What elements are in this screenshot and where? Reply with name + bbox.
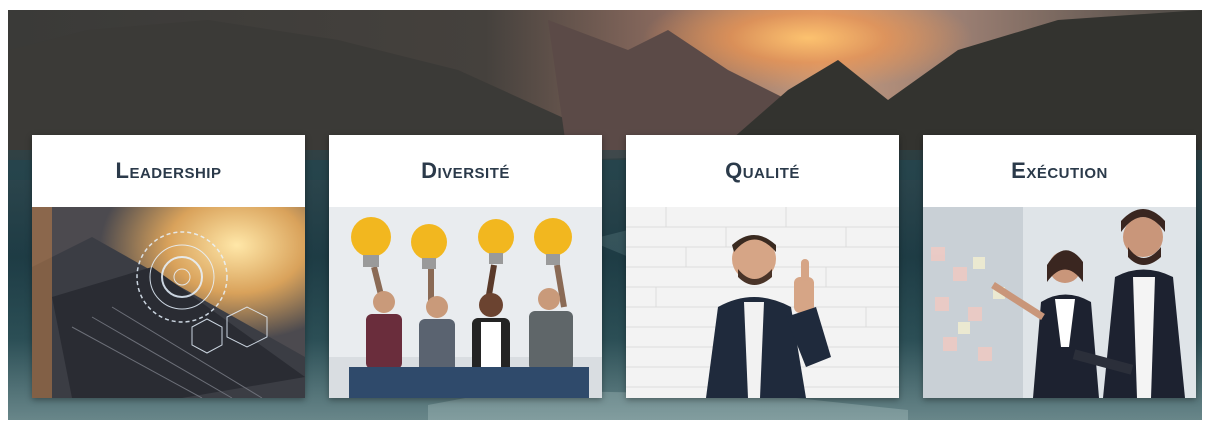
card-diversite[interactable]: Diversité xyxy=(329,135,602,398)
laptop-hud-image xyxy=(32,207,305,398)
business-meeting-image xyxy=(923,207,1196,398)
card-leadership[interactable]: Leadership xyxy=(32,135,305,398)
card-qualite[interactable]: Qualité xyxy=(626,135,899,398)
people-lightbulbs-image xyxy=(329,207,602,398)
card-title: Diversité xyxy=(421,158,510,183)
man-thumbs-up-image xyxy=(626,207,899,398)
card-title: Leadership xyxy=(115,158,222,183)
card-execution[interactable]: Exécution xyxy=(923,135,1196,398)
card-title: Exécution xyxy=(1011,158,1108,183)
hero-banner: Leadership Diversité Qualité Exécution xyxy=(8,10,1202,420)
card-title: Qualité xyxy=(725,158,800,183)
